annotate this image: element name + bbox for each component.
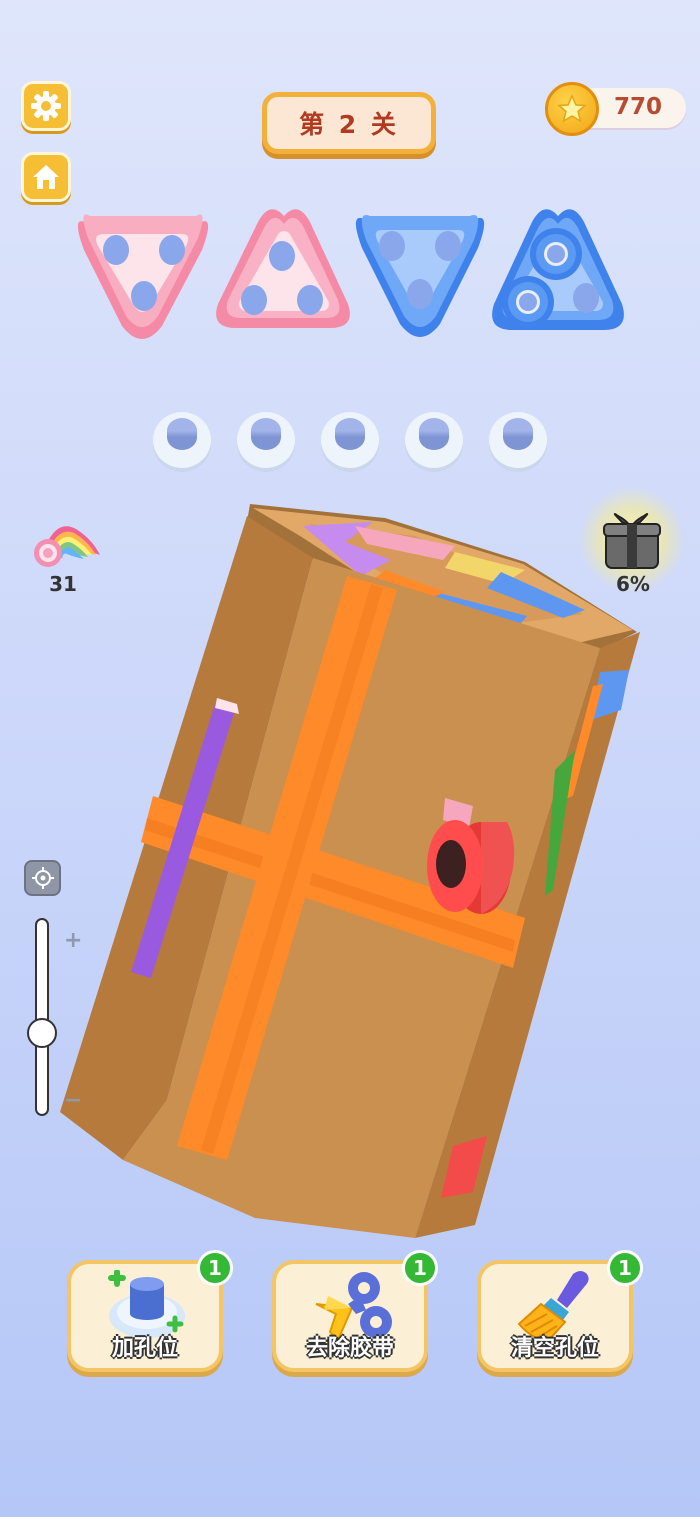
star-icon (557, 94, 587, 123)
zoom-in-icon[interactable]: + (64, 928, 82, 953)
add-hole-button[interactable]: 加孔位 1 (67, 1250, 233, 1372)
cardboard-box[interactable] (55, 500, 655, 1250)
target-boards (77, 209, 624, 339)
home-button[interactable] (21, 152, 71, 202)
zoom-slider-knob[interactable] (27, 1017, 57, 1048)
clear-holes-count-badge: 1 (607, 1250, 643, 1286)
add-hole-label: 加孔位 (111, 1336, 178, 1361)
target-icon (31, 867, 54, 889)
add-hole-count-badge: 1 (197, 1250, 233, 1286)
clear-holes-label: 清空孔位 (510, 1336, 599, 1361)
level-title: 第 2 关 (262, 92, 436, 154)
pink-board-2 (216, 209, 350, 328)
hole-slot[interactable] (405, 412, 463, 468)
pink-board-1 (77, 214, 209, 339)
hole-slot[interactable] (489, 412, 547, 468)
level-label: 第 2 关 (299, 110, 399, 139)
coin-icon (545, 82, 599, 136)
recenter-button[interactable] (24, 860, 61, 896)
coin-count: 770 (613, 94, 662, 120)
zoom-out-icon[interactable]: − (64, 1088, 82, 1113)
settings-button[interactable] (21, 81, 71, 131)
remove-tape-button[interactable]: 去除胶带 1 (272, 1250, 438, 1372)
blue-board-1 (355, 215, 485, 337)
remove-tape-count-badge: 1 (402, 1250, 438, 1286)
clear-holes-button[interactable]: 清空孔位 1 (477, 1250, 643, 1372)
blue-board-2 (492, 209, 624, 330)
gear-icon (31, 91, 61, 121)
hole-slot[interactable] (237, 412, 295, 468)
remove-tape-label: 去除胶带 (305, 1336, 394, 1361)
home-icon (33, 165, 59, 189)
hole-slot[interactable] (321, 412, 379, 468)
hole-slot[interactable] (153, 412, 211, 468)
